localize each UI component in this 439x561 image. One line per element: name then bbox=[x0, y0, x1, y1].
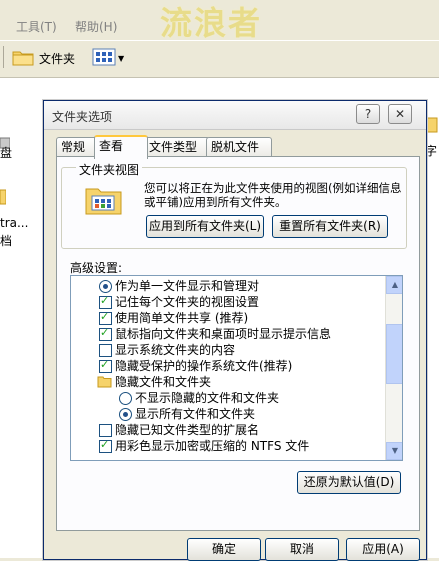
list-item[interactable]: 显示所有文件和文件夹 bbox=[119, 406, 256, 422]
folders-label: 文件夹 bbox=[39, 51, 76, 66]
apply-to-all-folders-button[interactable]: 应用到所有文件夹(L) bbox=[146, 215, 264, 238]
watermark: 流浪者 bbox=[160, 4, 263, 42]
scroll-thumb[interactable] bbox=[386, 324, 402, 384]
help-button[interactable]: ? bbox=[356, 104, 380, 124]
list-item-label: 隐藏已知文件类型的扩展名 bbox=[115, 423, 260, 437]
left-item-label: tra... bbox=[0, 216, 29, 230]
list-item-label: 记住每个文件夹的视图设置 bbox=[115, 295, 260, 309]
checkbox[interactable] bbox=[99, 344, 112, 357]
checkbox[interactable] bbox=[99, 424, 112, 437]
folders-button[interactable]: 文件夹 bbox=[12, 47, 75, 69]
tab-file-types[interactable]: 文件类型 bbox=[144, 137, 210, 156]
list-item[interactable]: 用彩色显示加密或压缩的 NTFS 文件 bbox=[99, 437, 310, 454]
dialog-title: 文件夹选项 bbox=[52, 110, 113, 124]
list-item[interactable]: 记住每个文件夹的视图设置 bbox=[99, 293, 260, 310]
menu-help[interactable]: 帮助(H) bbox=[75, 18, 117, 35]
list-item[interactable]: 鼠标指向文件夹和桌面项时显示提示信息 bbox=[99, 325, 332, 342]
list-item-label: 作为单一文件显示和管理对 bbox=[115, 279, 260, 293]
folder-icon bbox=[12, 48, 34, 69]
left-folder-icon bbox=[0, 188, 7, 209]
list-item-label: 使用简单文件共享 (推荐) bbox=[115, 311, 249, 325]
left-item-label: 盘 bbox=[0, 146, 13, 160]
list-item-label: 不显示隐藏的文件和文件夹 bbox=[135, 391, 280, 405]
dialog-titlebar: 文件夹选项 ? ✕ bbox=[44, 101, 426, 130]
chevron-down-icon: ▼ bbox=[118, 53, 125, 63]
left-item-label: 档 bbox=[0, 234, 13, 248]
checkbox[interactable] bbox=[99, 293, 112, 309]
scroll-down-button[interactable]: ▼ bbox=[386, 442, 402, 460]
vertical-scrollbar[interactable]: ▲ ▼ bbox=[385, 276, 402, 460]
views-icon bbox=[92, 48, 116, 69]
checkbox[interactable] bbox=[99, 437, 112, 453]
advanced-settings-label: 高级设置: bbox=[70, 261, 123, 275]
tab-offline-files[interactable]: 脱机文件 bbox=[206, 137, 272, 156]
radio-button[interactable] bbox=[119, 408, 132, 421]
list-item-label: 显示所有文件和文件夹 bbox=[135, 407, 256, 421]
list-item-label: 鼠标指向文件夹和桌面项时显示提示信息 bbox=[115, 327, 332, 341]
tab-general[interactable]: 常规 bbox=[56, 137, 98, 156]
tab-view[interactable]: 查看 bbox=[94, 135, 148, 159]
folder-views-icon bbox=[84, 183, 124, 217]
list-item[interactable]: 显示系统文件夹的内容 bbox=[99, 342, 236, 358]
reset-all-folders-button[interactable]: 重置所有文件夹(R) bbox=[272, 215, 388, 238]
radio-button[interactable] bbox=[119, 392, 132, 405]
list-item[interactable]: 作为单一文件显示和管理对 bbox=[99, 278, 260, 294]
list-item[interactable]: 不显示隐藏的文件和文件夹 bbox=[119, 390, 280, 406]
list-item-label: 用彩色显示加密或压缩的 NTFS 文件 bbox=[115, 439, 310, 453]
menu-tools[interactable]: 工具(T) bbox=[16, 18, 57, 35]
checkbox[interactable] bbox=[99, 325, 112, 341]
list-item: 隐藏文件和文件夹 bbox=[97, 374, 212, 390]
scroll-up-button[interactable]: ▲ bbox=[386, 276, 402, 294]
advanced-settings-list[interactable]: 作为单一文件显示和管理对 记住每个文件夹的视图设置 使用简单文件共享 (推荐) … bbox=[70, 275, 403, 461]
close-button[interactable]: ✕ bbox=[388, 104, 412, 124]
folder-options-dialog: 文件夹选项 ? ✕ 常规 查看 文件类型 脱机文件 文件夹视图 您可以将正在为此… bbox=[43, 100, 427, 561]
list-item[interactable]: 隐藏已知文件类型的扩展名 bbox=[99, 422, 260, 438]
restore-defaults-button[interactable]: 还原为默认值(D) bbox=[297, 471, 401, 494]
list-item-label: 隐藏文件和文件夹 bbox=[115, 375, 212, 389]
toolbar-separator bbox=[0, 46, 4, 68]
checkbox[interactable] bbox=[99, 309, 112, 325]
views-button[interactable]: ▼ bbox=[92, 47, 128, 69]
folder-views-description: 您可以将正在为此文件夹使用的视图(例如详细信息或平铺)应用到所有文件夹。 bbox=[144, 181, 402, 209]
list-item[interactable]: 隐藏受保护的操作系统文件(推荐) bbox=[99, 357, 293, 374]
folder-views-label: 文件夹视图 bbox=[76, 161, 143, 178]
list-item-label: 显示系统文件夹的内容 bbox=[115, 343, 236, 357]
list-item-label: 隐藏受保护的操作系统文件(推荐) bbox=[115, 359, 293, 373]
menu-bar: 工具(T) 帮助(H) 流浪者 bbox=[0, 0, 439, 42]
checkbox[interactable] bbox=[99, 357, 112, 373]
right-folder-icon bbox=[425, 112, 439, 137]
folder-icon bbox=[97, 375, 112, 392]
radio-button[interactable] bbox=[99, 280, 112, 293]
list-item[interactable]: 使用简单文件共享 (推荐) bbox=[99, 309, 249, 326]
